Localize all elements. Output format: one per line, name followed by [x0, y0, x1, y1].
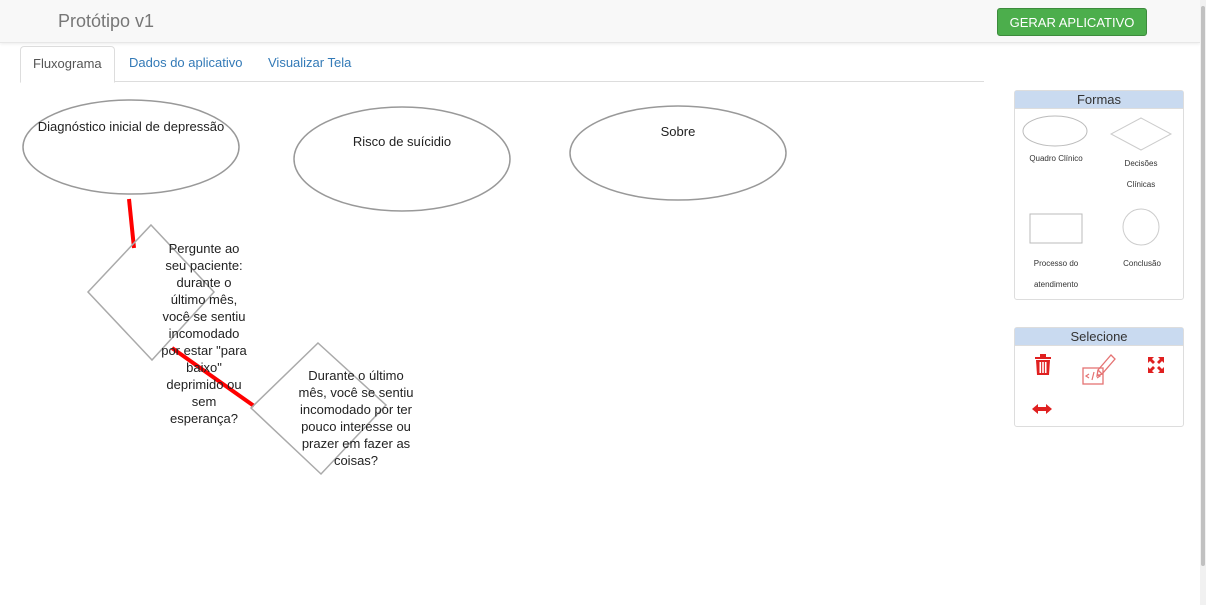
shape-caption-decisoes: Decisões Clínicas — [1124, 159, 1158, 189]
tab-visualizar-tela[interactable]: Visualizar Tela — [256, 46, 363, 80]
node-label-pergunta2: Durante o último mês, você se sentiu inc… — [298, 368, 414, 468]
clinical-frame-node[interactable] — [293, 106, 511, 212]
node-label-sobre: Sobre — [660, 124, 696, 139]
top-navbar: Protótipo v1 GERAR APLICATIVO — [0, 0, 1200, 43]
flowchart-svg — [22, 99, 787, 476]
ellipse-shape-icon — [1022, 115, 1088, 147]
flowchart-canvas[interactable]: Diagnóstico inicial de depressão Risco d… — [0, 82, 990, 605]
diamond-shape-icon — [1109, 117, 1173, 151]
shape-conclusao[interactable] — [1121, 207, 1161, 247]
select-panel: Selecione — [1014, 327, 1184, 427]
page-scrollbar[interactable] — [1200, 0, 1206, 605]
node-label-risco: Risco de suícidio — [352, 134, 452, 149]
shapes-panel-title: Formas — [1015, 91, 1183, 109]
shapes-panel: Formas Quadro Clínico Decisões Clínicas … — [1014, 90, 1184, 300]
shape-quadro-clinico[interactable] — [1021, 115, 1089, 149]
edit-code-icon[interactable] — [1081, 350, 1117, 386]
rectangle-shape-icon — [1029, 213, 1083, 244]
clinical-frame-node[interactable] — [22, 99, 240, 195]
scrollbar-thumb[interactable] — [1201, 6, 1205, 566]
shape-caption-processo: Processo do atendimento — [1033, 259, 1079, 289]
resize-icon[interactable] — [1147, 356, 1165, 374]
shape-processo[interactable] — [1029, 213, 1083, 245]
clinical-frame-node[interactable] — [569, 105, 787, 201]
node-label-pergunta1: Pergunte ao seu paciente: durante o últi… — [161, 241, 247, 426]
circle-shape-icon — [1122, 208, 1160, 246]
select-panel-title: Selecione — [1015, 328, 1183, 346]
tab-fluxograma[interactable]: Fluxograma — [20, 46, 115, 83]
app-title[interactable]: Protótipo v1 — [58, 11, 154, 32]
tab-bar: Fluxograma Dados do aplicativo Visualiza… — [20, 46, 984, 83]
shape-caption-quadro: Quadro Clínico — [1029, 154, 1083, 163]
node-label-diagnostico: Diagnóstico inicial de depressão — [37, 119, 225, 134]
connector-line[interactable] — [127, 198, 136, 249]
shape-caption-conclusao: Conclusão — [1123, 259, 1161, 268]
generate-app-button[interactable]: GERAR APLICATIVO — [997, 8, 1147, 36]
tab-dados-do-aplicativo[interactable]: Dados do aplicativo — [117, 46, 254, 80]
shape-decisoes-clinicas[interactable] — [1109, 117, 1173, 151]
horizontal-arrows-icon[interactable] — [1031, 402, 1053, 414]
trash-icon[interactable] — [1033, 354, 1053, 376]
